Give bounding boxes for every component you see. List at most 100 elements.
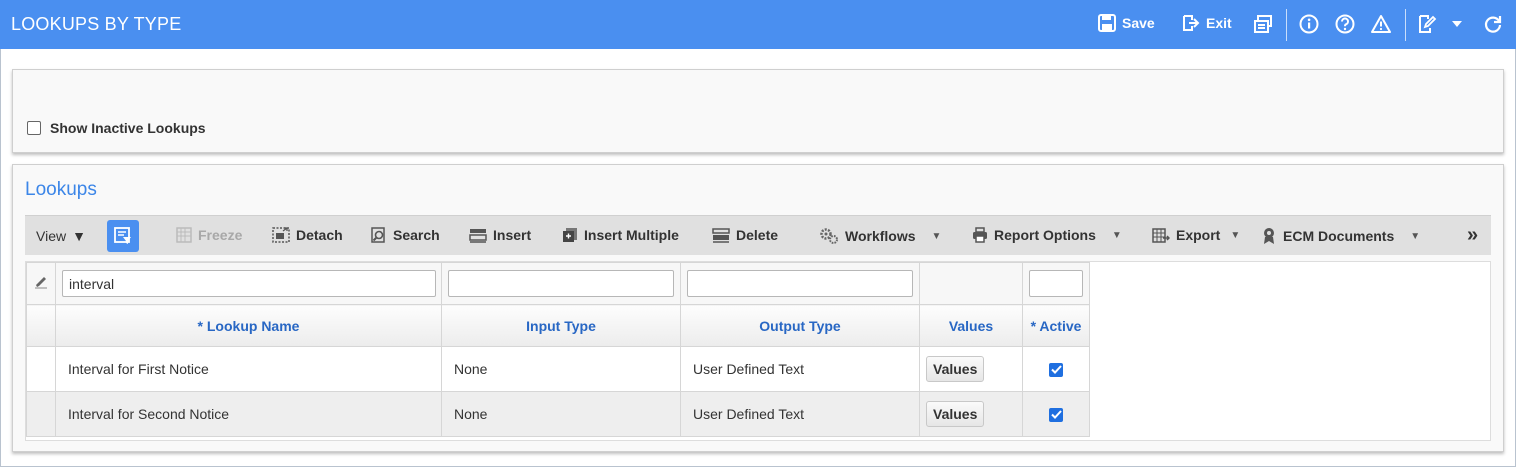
active-checkbox[interactable]	[1049, 407, 1063, 422]
values-button[interactable]: Values	[926, 401, 985, 427]
freeze-label: Freeze	[198, 227, 243, 243]
refresh-icon[interactable]	[1482, 13, 1504, 35]
export-icon	[1152, 228, 1170, 243]
detach-icon	[272, 227, 290, 243]
section-title: Lookups	[25, 179, 97, 200]
criteria-panel: Show Inactive Lookups	[12, 69, 1504, 153]
active-checkbox[interactable]	[1049, 362, 1063, 377]
save-icon	[1098, 14, 1116, 32]
lookup-name-cell[interactable]: Interval for First Notice	[55, 346, 442, 392]
lookups-panel: Lookups View ▼ Freeze Detach Search Inse…	[12, 164, 1504, 452]
filter-row	[26, 262, 1090, 305]
chevron-down-icon: ▼	[1410, 230, 1421, 242]
title-bar: LOOKUPS BY TYPE Save Exit	[0, 0, 1516, 49]
edit-notes-icon[interactable]	[1416, 13, 1438, 35]
export-button[interactable]: Export ▼	[1152, 227, 1240, 243]
delete-label: Delete	[736, 227, 779, 243]
lookup-name-filter-input[interactable]	[62, 270, 436, 297]
active-cell	[1022, 346, 1090, 392]
chevron-down-icon: ▼	[931, 230, 942, 242]
insert-button[interactable]: Insert	[469, 227, 531, 243]
search-label: Search	[393, 227, 440, 243]
view-dropdown[interactable]: View ▼	[36, 228, 86, 244]
input-type-filter-input[interactable]	[448, 270, 674, 297]
freeze-button[interactable]: Freeze	[176, 227, 242, 243]
active-filter-input[interactable]	[1029, 270, 1083, 297]
workflows-label: Workflows	[845, 228, 916, 244]
insert-multiple-icon	[563, 228, 577, 242]
warning-icon[interactable]	[1370, 13, 1392, 35]
column-header-active[interactable]: * Active	[1022, 304, 1090, 347]
chevron-down-icon[interactable]	[1446, 13, 1468, 35]
column-header-input-type[interactable]: Input Type	[441, 304, 681, 347]
pencil-icon	[35, 277, 47, 289]
help-icon[interactable]	[1334, 13, 1356, 35]
info-icon[interactable]	[1298, 13, 1320, 35]
insert-label: Insert	[493, 227, 532, 243]
double-chevron-right-icon: »	[1467, 224, 1479, 246]
save-button[interactable]: Save	[1098, 14, 1155, 32]
toolbar-divider	[1286, 9, 1287, 41]
exit-icon	[1183, 15, 1200, 31]
show-inactive-option[interactable]: Show Inactive Lookups	[27, 120, 206, 136]
export-label: Export	[1176, 227, 1221, 243]
ecm-documents-button[interactable]: ECM Documents ▼	[1261, 227, 1420, 245]
ecm-documents-label: ECM Documents	[1283, 228, 1395, 244]
report-options-button[interactable]: Report Options ▼	[972, 227, 1122, 243]
values-cell: Values	[919, 346, 1023, 392]
delete-icon	[712, 228, 730, 243]
checkmark-icon	[1050, 410, 1062, 419]
printer-icon	[973, 227, 987, 243]
workflows-button[interactable]: Workflows ▼	[819, 227, 941, 245]
values-filter-cell	[919, 262, 1023, 305]
input-type-cell[interactable]: None	[441, 391, 681, 437]
freeze-icon	[176, 227, 192, 243]
filter-toggle-button[interactable]	[107, 220, 139, 252]
search-icon	[371, 227, 385, 243]
header-row: * Lookup Name Input Type Output Type Val…	[26, 304, 1090, 347]
detach-label: Detach	[296, 227, 343, 243]
column-header-values[interactable]: Values	[919, 304, 1023, 347]
more-tools-button[interactable]: »	[1467, 224, 1478, 247]
filter-icon	[114, 227, 131, 244]
insert-multiple-button[interactable]: Insert Multiple	[562, 227, 679, 243]
checkmark-icon	[1050, 365, 1062, 374]
row-selector[interactable]	[26, 346, 56, 392]
exit-label: Exit	[1206, 15, 1232, 31]
show-inactive-label: Show Inactive Lookups	[50, 120, 206, 136]
show-inactive-checkbox[interactable]	[27, 121, 41, 135]
filter-edit-cell	[26, 262, 56, 305]
toolbar-divider	[1405, 9, 1406, 41]
output-type-cell[interactable]: User Defined Text	[680, 346, 920, 392]
row-selector[interactable]	[26, 391, 56, 437]
report-options-label: Report Options	[994, 227, 1096, 243]
grid-toolbar: View ▼ Freeze Detach Search Insert Inser…	[25, 215, 1491, 255]
column-header-output-type[interactable]: Output Type	[680, 304, 920, 347]
table-row[interactable]: Interval for Second Notice None User Def…	[26, 391, 1090, 437]
lookups-grid: * Lookup Name Input Type Output Type Val…	[25, 261, 1491, 441]
print-pages-icon[interactable]	[1252, 13, 1274, 35]
search-button[interactable]: Search	[371, 227, 440, 243]
lookup-name-cell[interactable]: Interval for Second Notice	[55, 391, 442, 437]
column-header-lookup-name[interactable]: * Lookup Name	[55, 304, 442, 347]
exit-button[interactable]: Exit	[1182, 14, 1232, 32]
lookups-table: * Lookup Name Input Type Output Type Val…	[26, 262, 1090, 437]
values-button[interactable]: Values	[926, 356, 985, 382]
insert-multiple-label: Insert Multiple	[584, 227, 679, 243]
ecm-documents-icon	[1264, 228, 1274, 244]
delete-button[interactable]: Delete	[712, 227, 778, 243]
insert-icon	[469, 229, 487, 243]
active-cell	[1022, 391, 1090, 437]
chevron-down-icon: ▼	[1111, 229, 1122, 241]
row-selector-header	[26, 304, 56, 347]
detach-button[interactable]: Detach	[272, 227, 343, 243]
table-row[interactable]: Interval for First Notice None User Defi…	[26, 346, 1090, 392]
page-title: LOOKUPS BY TYPE	[11, 14, 182, 34]
view-label: View	[36, 228, 67, 244]
input-type-cell[interactable]: None	[441, 346, 681, 392]
chevron-down-icon: ▼	[1230, 229, 1241, 241]
output-type-cell[interactable]: User Defined Text	[680, 391, 920, 437]
save-label: Save	[1122, 15, 1155, 31]
values-cell: Values	[919, 391, 1023, 437]
output-type-filter-input[interactable]	[687, 270, 913, 297]
